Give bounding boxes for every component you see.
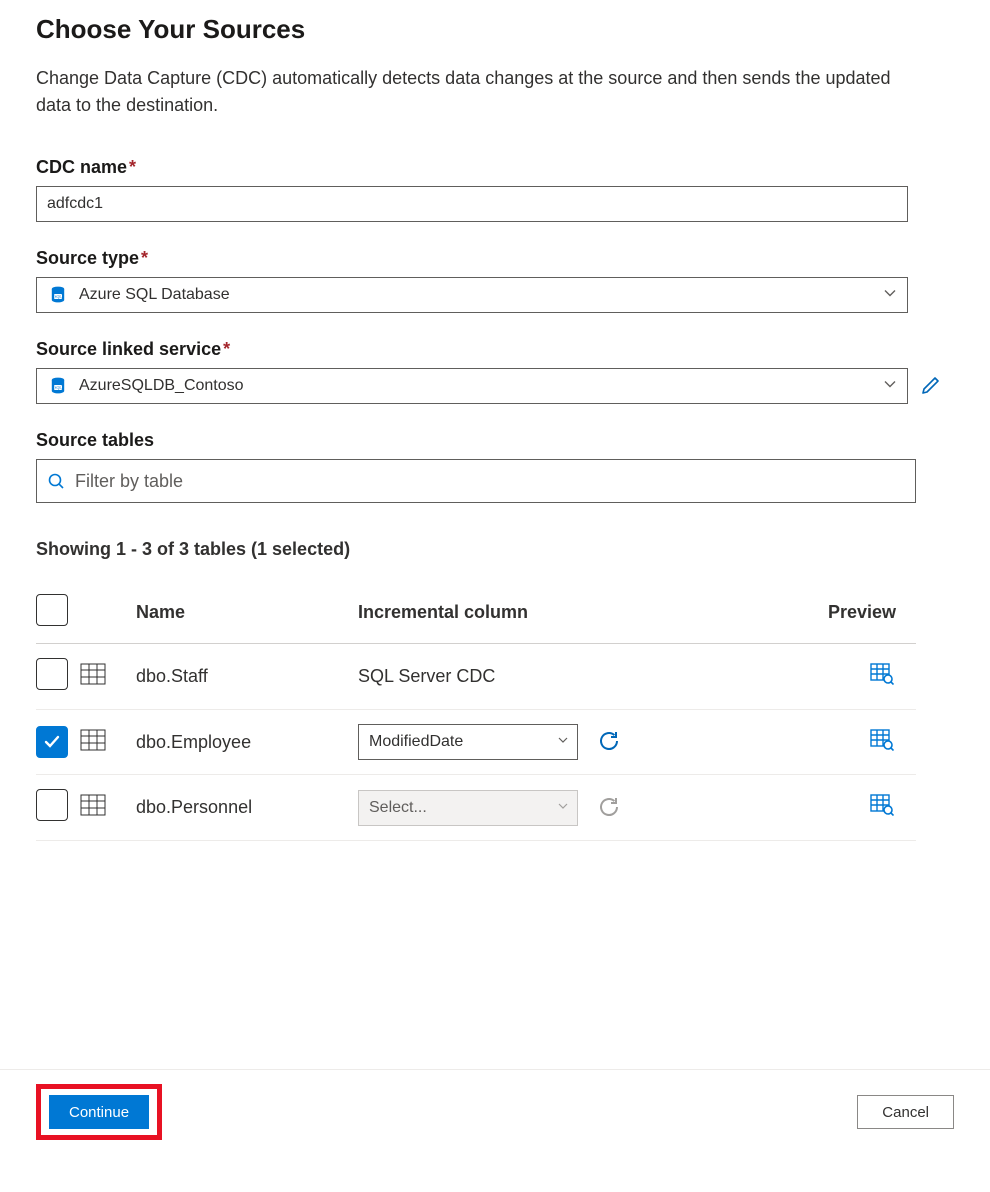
- sql-database-icon: SQL: [47, 377, 69, 395]
- continue-button[interactable]: Continue: [49, 1095, 149, 1129]
- cdc-name-label: CDC name*: [36, 157, 954, 178]
- source-tables-list: Name Incremental column Preview dbo.Staf…: [36, 586, 916, 841]
- preview-icon[interactable]: [870, 735, 894, 755]
- source-type-select[interactable]: SQL Azure SQL Database: [36, 277, 908, 313]
- svg-text:SQL: SQL: [54, 294, 62, 299]
- source-tables-label: Source tables: [36, 430, 954, 451]
- row-checkbox[interactable]: [36, 658, 68, 690]
- table-status: Showing 1 - 3 of 3 tables (1 selected): [36, 539, 954, 560]
- source-linked-value: AzureSQLDB_Contoso: [79, 377, 244, 395]
- table-icon: [80, 735, 106, 755]
- row-name: dbo.Employee: [136, 710, 358, 775]
- sql-database-icon: SQL: [47, 286, 69, 304]
- table-row: dbo.Employee ModifiedDate: [36, 710, 916, 775]
- cancel-button[interactable]: Cancel: [857, 1095, 954, 1129]
- chevron-down-icon: [883, 286, 897, 305]
- chevron-down-icon: [883, 377, 897, 396]
- incremental-column-select[interactable]: ModifiedDate: [358, 724, 578, 760]
- filter-box[interactable]: [36, 459, 916, 503]
- table-row: dbo.Staff SQL Server CDC: [36, 644, 916, 710]
- row-name: dbo.Staff: [136, 644, 358, 710]
- select-all-checkbox[interactable]: [36, 594, 68, 626]
- chevron-down-icon: [557, 733, 569, 751]
- filter-input[interactable]: [73, 470, 905, 493]
- col-preview: Preview: [728, 586, 916, 644]
- search-icon: [47, 472, 65, 490]
- refresh-icon[interactable]: [597, 729, 621, 753]
- source-linked-select[interactable]: SQL AzureSQLDB_Contoso: [36, 368, 908, 404]
- row-checkbox[interactable]: [36, 726, 68, 758]
- col-incremental: Incremental column: [358, 586, 728, 644]
- row-checkbox[interactable]: [36, 789, 68, 821]
- incremental-column-select[interactable]: Select...: [358, 790, 578, 826]
- preview-icon[interactable]: [870, 800, 894, 820]
- incremental-text: SQL Server CDC: [358, 666, 495, 686]
- refresh-icon: [597, 795, 621, 819]
- page-title: Choose Your Sources: [36, 14, 954, 45]
- source-type-label: Source type*: [36, 248, 954, 269]
- chevron-down-icon: [557, 799, 569, 817]
- page-intro: Change Data Capture (CDC) automatically …: [36, 65, 916, 119]
- table-icon: [80, 800, 106, 820]
- row-name: dbo.Personnel: [136, 775, 358, 841]
- cdc-name-input[interactable]: [36, 186, 908, 222]
- table-row: dbo.Personnel Select...: [36, 775, 916, 841]
- edit-icon[interactable]: [920, 374, 942, 399]
- col-name: Name: [136, 586, 358, 644]
- source-type-value: Azure SQL Database: [79, 286, 230, 304]
- continue-highlight: Continue: [36, 1084, 162, 1140]
- table-icon: [80, 669, 106, 689]
- svg-text:SQL: SQL: [54, 385, 62, 390]
- preview-icon[interactable]: [870, 669, 894, 689]
- source-linked-label: Source linked service*: [36, 339, 954, 360]
